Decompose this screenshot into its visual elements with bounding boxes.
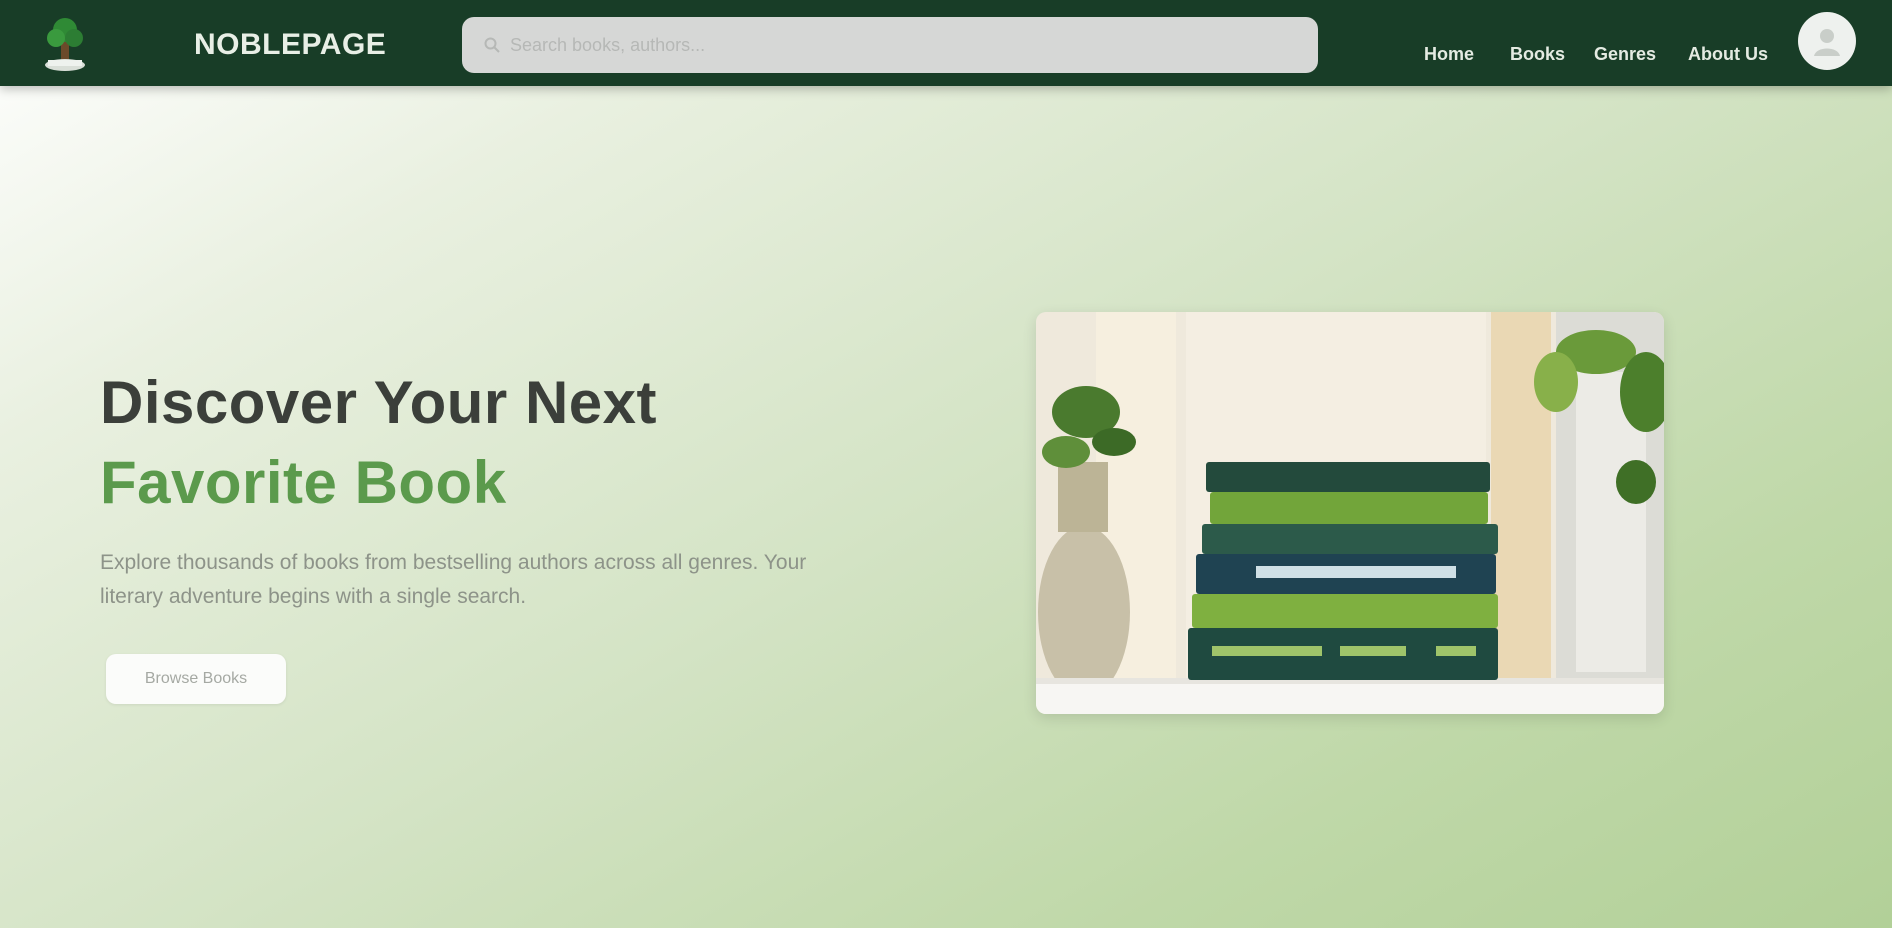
hero-description: Explore thousands of books from bestsell… (100, 551, 807, 608)
search-placeholder: Search books, authors... (510, 34, 706, 55)
hero-title-line-1: Discover Your Next (100, 369, 657, 436)
user-avatar-icon[interactable] (1798, 12, 1856, 70)
nav-link-about-us[interactable]: About Us (1688, 44, 1768, 65)
search-icon (484, 37, 500, 53)
brand-name[interactable]: NOBLEPAGE (194, 28, 386, 62)
nav-link-genres[interactable]: Genres (1594, 44, 1656, 65)
hero-title-line-2: Favorite Book (100, 449, 507, 516)
tree-logo-icon[interactable] (34, 8, 96, 76)
browse-books-button[interactable]: Browse Books (106, 654, 286, 704)
search-input[interactable]: Search books, authors... (462, 17, 1318, 73)
nav-link-home[interactable]: Home (1424, 44, 1474, 65)
stacked-books-photo (1036, 312, 1664, 714)
nav-link-books[interactable]: Books (1510, 44, 1565, 65)
top-navigation-bar: NOBLEPAGE Search books, authors... Home … (0, 0, 1892, 86)
